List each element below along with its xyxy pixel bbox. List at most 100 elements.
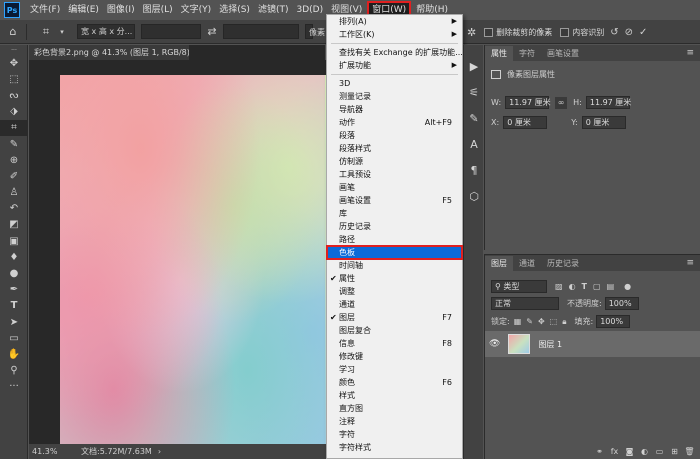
content-aware-checkbox[interactable]: [560, 27, 570, 37]
window-menu-item[interactable]: 导航器: [327, 103, 462, 116]
window-menu-item[interactable]: 色板: [326, 245, 463, 260]
filter-adjust-icon[interactable]: ◐: [569, 282, 576, 291]
fill-field[interactable]: 100%: [596, 315, 631, 328]
play-icon[interactable]: ▶: [464, 53, 484, 79]
window-menu-item[interactable]: 字符: [327, 428, 462, 441]
filter-kind-select[interactable]: ⚲ 类型: [491, 280, 547, 293]
window-menu-item[interactable]: 时间轴: [327, 259, 462, 272]
window-menu-item[interactable]: 画笔设置 F5: [327, 194, 462, 207]
chevron-down-icon[interactable]: ▾: [55, 25, 69, 39]
menu-type[interactable]: 文字(Y): [177, 2, 216, 18]
paragraph-icon[interactable]: ¶: [464, 157, 484, 183]
lock-all-icon[interactable]: 🔒︎: [562, 317, 566, 327]
window-menu-item[interactable]: 段落: [327, 129, 462, 142]
menu-select[interactable]: 选择(S): [215, 2, 254, 18]
window-menu-item[interactable]: 样式: [327, 389, 462, 402]
window-menu-item[interactable]: 注释: [327, 415, 462, 428]
tab-character[interactable]: 字符: [513, 46, 541, 61]
filter-toggle-icon[interactable]: ●: [624, 282, 631, 291]
filter-smart-icon[interactable]: ▤: [607, 282, 615, 291]
window-menu-item[interactable]: 测量记录: [327, 90, 462, 103]
filter-shape-icon[interactable]: ▢: [593, 282, 601, 291]
menu-filter[interactable]: 滤镜(T): [254, 2, 293, 18]
object-select-tool-icon[interactable]: ⬗: [0, 104, 28, 120]
cancel-icon[interactable]: ⊘: [625, 27, 633, 38]
menu-file[interactable]: 文件(F): [26, 2, 64, 18]
delete-cropped-checkbox[interactable]: [484, 27, 494, 37]
add-mask-icon[interactable]: ◙: [622, 447, 637, 456]
link-layers-icon[interactable]: ⚭: [592, 447, 607, 456]
window-menu-item[interactable]: 信息 F8: [327, 337, 462, 350]
window-menu-item[interactable]: 通道: [327, 298, 462, 311]
window-menu-item[interactable]: 历史记录: [327, 220, 462, 233]
brush-icon[interactable]: ✎: [464, 105, 484, 131]
width-field[interactable]: 11.97 厘米: [505, 96, 551, 109]
layer-style-icon[interactable]: fx: [607, 447, 622, 456]
clone-stamp-tool-icon[interactable]: ♙: [0, 185, 28, 201]
window-menu-item[interactable]: 3D: [327, 77, 462, 90]
tab-channels[interactable]: 通道: [513, 256, 541, 271]
lock-position-icon[interactable]: ✥: [538, 317, 545, 326]
window-menu-item[interactable]: 字符样式: [327, 441, 462, 454]
dodge-tool-icon[interactable]: ●: [0, 265, 28, 281]
window-menu-item[interactable]: 动作 Alt+F9: [327, 116, 462, 129]
settings-icon[interactable]: ✲: [467, 26, 476, 39]
commit-icon[interactable]: ✓: [639, 27, 647, 38]
menu-edit[interactable]: 编辑(E): [64, 2, 103, 18]
tab-brush-settings[interactable]: 画笔设置: [541, 46, 585, 61]
crop-tool-icon[interactable]: ⌗: [39, 25, 53, 39]
lock-artboard-icon[interactable]: ⬚: [550, 317, 558, 326]
width-input[interactable]: [141, 24, 201, 39]
menu-image[interactable]: 图像(I): [103, 2, 139, 18]
filter-type-icon[interactable]: T: [582, 282, 587, 291]
visibility-eye-icon[interactable]: 👁︎: [489, 339, 500, 349]
window-menu-item[interactable]: 图层复合: [327, 324, 462, 337]
home-icon[interactable]: ⌂: [6, 25, 20, 39]
character-icon[interactable]: A: [464, 131, 484, 157]
window-menu-item[interactable]: 库: [327, 207, 462, 220]
delete-layer-icon[interactable]: 🗑︎: [682, 447, 697, 456]
crop-tool-icon[interactable]: ⌗: [0, 119, 28, 136]
canvas-image[interactable]: [60, 75, 328, 444]
document-tab[interactable]: 彩色背景2.png @ 41.3% (图层 1, RGB/8) *: [29, 45, 196, 60]
window-menu-item[interactable]: 段落样式: [327, 142, 462, 155]
rectangle-tool-icon[interactable]: ▭: [0, 330, 28, 346]
window-menu-item[interactable]: 修改键: [327, 350, 462, 363]
opacity-field[interactable]: 100%: [604, 297, 639, 310]
panel-menu-icon[interactable]: ≡: [686, 46, 694, 61]
link-icon[interactable]: ∞: [555, 96, 568, 109]
path-select-tool-icon[interactable]: ➤: [0, 314, 28, 330]
ratio-select[interactable]: 宽 x 高 x 分...: [77, 24, 135, 39]
swap-icon[interactable]: ⇄: [205, 25, 219, 39]
window-menu-item[interactable]: 路径: [327, 233, 462, 246]
lasso-tool-icon[interactable]: ᔓ: [0, 87, 28, 103]
panel-menu-icon[interactable]: ≡: [686, 256, 694, 271]
marquee-tool-icon[interactable]: ⬚: [0, 71, 28, 87]
eraser-tool-icon[interactable]: ◩: [0, 217, 28, 233]
healing-brush-tool-icon[interactable]: ⊕: [0, 152, 28, 168]
new-group-icon[interactable]: ▭: [652, 447, 667, 456]
window-menu-item[interactable]: 工作区(K) ▶: [327, 28, 462, 41]
layer-row[interactable]: 👁︎ 图层 1: [485, 331, 700, 357]
window-menu-item[interactable]: 仿制源: [327, 155, 462, 168]
pen-tool-icon[interactable]: ✒: [0, 282, 28, 298]
adjustment-layer-icon[interactable]: ◐: [637, 447, 652, 456]
hand-tool-icon[interactable]: ✋: [0, 346, 28, 362]
lock-pixels-icon[interactable]: ▦: [514, 317, 522, 326]
blur-tool-icon[interactable]: ♦: [0, 249, 28, 265]
window-menu-item[interactable]: ✔ 属性: [327, 272, 462, 285]
gradient-tool-icon[interactable]: ▣: [0, 233, 28, 249]
window-menu-item[interactable]: 颜色 F6: [327, 376, 462, 389]
3d-cube-icon[interactable]: ⬡: [464, 183, 484, 209]
status-menu-icon[interactable]: ›: [158, 444, 161, 459]
menu-layer[interactable]: 图层(L): [139, 2, 177, 18]
window-menu-item[interactable]: 直方图: [327, 402, 462, 415]
window-menu-item[interactable]: 排列(A) ▶: [327, 15, 462, 28]
layer-name[interactable]: 图层 1: [538, 339, 562, 350]
height-field[interactable]: 11.97 厘米: [585, 96, 631, 109]
blend-mode-select[interactable]: 正常: [491, 297, 559, 310]
more-tools-icon[interactable]: ···: [0, 379, 28, 395]
window-menu-item[interactable]: 画笔: [327, 181, 462, 194]
history-brush-tool-icon[interactable]: ↶: [0, 201, 28, 217]
x-field[interactable]: 0 厘米: [503, 116, 548, 129]
